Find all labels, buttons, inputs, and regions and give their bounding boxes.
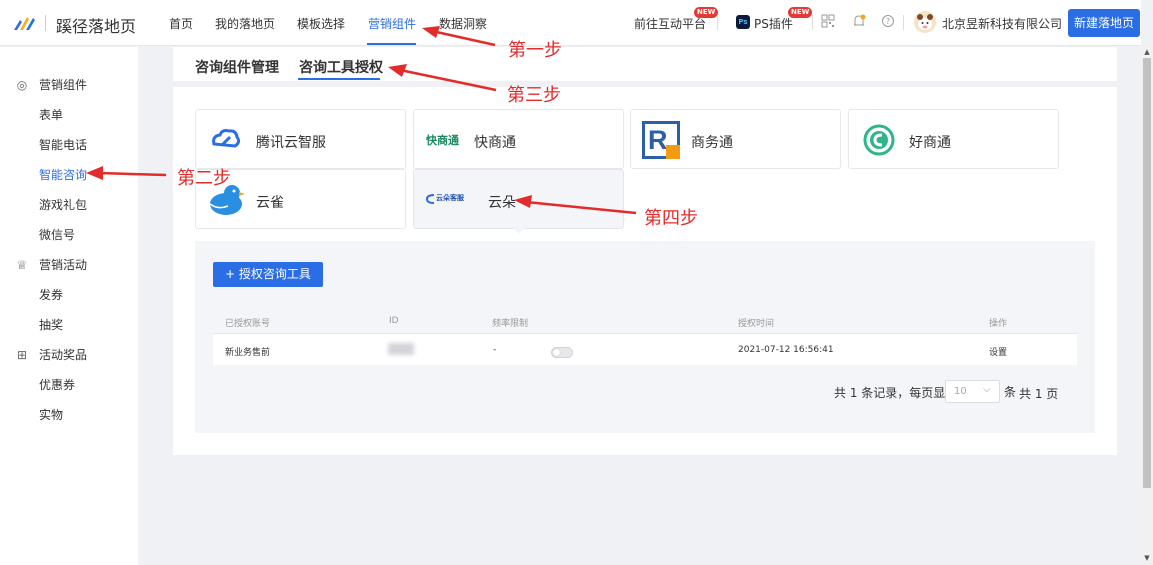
column-header-account: 已授权账号 xyxy=(225,319,271,329)
sidebar-group-label: 活动奖品 xyxy=(39,348,88,362)
avatar[interactable] xyxy=(914,11,936,33)
tool-name: 云雀 xyxy=(256,195,284,211)
annotation-step-3: 第三步 xyxy=(507,85,561,106)
annotation-step-4: 第四步 xyxy=(644,208,698,229)
sidebar-group-marketing-activities[interactable]: ♕ 营销活动 xyxy=(15,256,87,273)
scroll-up-arrow[interactable]: ▲ xyxy=(1142,47,1152,57)
tool-name: 好商通 xyxy=(909,135,951,151)
sidebar-item-lottery[interactable]: 抽奖 xyxy=(39,316,63,333)
sidebar-group-label: 营销组件 xyxy=(39,78,88,92)
nav-home[interactable]: 首页 xyxy=(169,15,193,32)
scrollbar-thumb[interactable] xyxy=(1143,58,1151,488)
chevron-down-icon: ⌵ xyxy=(983,384,991,395)
sidebar-item-form[interactable]: 表单 xyxy=(39,106,63,123)
tab-consult-component-management[interactable]: 咨询组件管理 xyxy=(195,57,279,77)
nav-data-insights[interactable]: 数据洞察 xyxy=(439,15,487,32)
photoshop-icon: Ps xyxy=(736,15,750,29)
bell-icon[interactable] xyxy=(851,14,867,30)
tool-card-yunduo[interactable]: 云朵客服 云朵 xyxy=(413,169,624,229)
top-navigation-bar: 蹊径落地页 首页 我的落地页 模板选择 营销组件 数据洞察 前往互动平台 NEW… xyxy=(0,0,1141,46)
interact-platform-link[interactable]: 前往互动平台 xyxy=(634,15,706,32)
tool-card-kuaishangtong[interactable]: 快商通 快商通 xyxy=(413,109,624,169)
settings-link[interactable]: 设置 xyxy=(989,345,1007,358)
nav-template-select[interactable]: 模板选择 xyxy=(297,15,345,32)
page-size-unit: 条 xyxy=(1004,385,1017,399)
sidebar-item-smart-phone[interactable]: 智能电话 xyxy=(39,136,87,153)
sidebar-item-smart-consult[interactable]: 智能咨询 xyxy=(39,166,87,183)
yunduo-logo: 云朵客服 xyxy=(426,193,464,207)
scroll-down-arrow[interactable]: ▼ xyxy=(1142,553,1152,563)
sidebar-group-activity-prizes[interactable]: ⊞ 活动奖品 xyxy=(15,346,87,363)
sidebar-item-physical[interactable]: 实物 xyxy=(39,406,63,423)
column-header-rate-limit: 频率限制 xyxy=(492,319,529,329)
sidebar-item-wechat[interactable]: 微信号 xyxy=(39,226,75,243)
selected-pointer xyxy=(512,227,526,234)
authorize-tool-button[interactable]: + 授权咨询工具 xyxy=(213,262,323,287)
cell-auth-time: 2021-07-12 16:56:41 xyxy=(738,345,834,355)
cell-account: 新业务售前 xyxy=(225,348,271,358)
tab-active-indicator xyxy=(298,78,380,80)
shangwutong-logo: R xyxy=(642,121,680,159)
sidebar-item-coupon-issue[interactable]: 发券 xyxy=(39,286,63,303)
tab-consult-tool-authorization[interactable]: 咨询工具授权 xyxy=(299,57,383,77)
tool-name: 云朵 xyxy=(488,195,516,211)
divider xyxy=(903,15,904,30)
logo-divider xyxy=(45,15,46,31)
column-header-id: ID xyxy=(389,316,399,326)
nav-my-landing-pages[interactable]: 我的落地页 xyxy=(215,15,275,32)
divider xyxy=(717,15,718,30)
help-icon[interactable]: ? xyxy=(880,14,896,30)
tool-card-tencent[interactable]: 腾讯云智服 xyxy=(195,109,406,169)
table-row xyxy=(213,334,1077,365)
svg-text:?: ? xyxy=(886,17,890,26)
new-badge: NEW xyxy=(694,7,719,18)
brand-title: 蹊径落地页 xyxy=(56,17,137,36)
haoshangtong-logo xyxy=(863,124,895,156)
gift-icon: ⊞ xyxy=(16,348,28,362)
total-records-text: 共 1 条记录，每页显示 xyxy=(834,386,958,400)
column-header-actions: 操作 xyxy=(989,319,1008,329)
page-size-select[interactable]: 10 ⌵ xyxy=(945,380,1000,403)
sidebar xyxy=(0,47,138,565)
target-icon: ◎ xyxy=(16,78,28,92)
tool-name: 快商通 xyxy=(474,135,516,151)
tool-name: 商务通 xyxy=(691,135,733,151)
sidebar-group-marketing-components[interactable]: ◎ 营销组件 xyxy=(15,76,87,93)
tool-card-shangwutong[interactable]: R 商务通 xyxy=(630,109,841,169)
cell-rate-limit: - xyxy=(493,345,497,355)
nav-active-indicator xyxy=(367,43,416,45)
annotation-step-2: 第二步 xyxy=(177,168,231,189)
company-name[interactable]: 北京昱新科技有限公司 xyxy=(942,15,1062,32)
logo-icon[interactable] xyxy=(12,12,38,34)
rate-limit-toggle[interactable] xyxy=(551,347,573,358)
column-header-auth-time: 授权时间 xyxy=(738,319,775,329)
tool-name: 腾讯云智服 xyxy=(256,135,326,151)
sidebar-group-label: 营销活动 xyxy=(39,258,88,272)
kuaishangtong-logo: 快商通 xyxy=(426,134,459,147)
cell-id-redacted xyxy=(388,343,414,355)
tool-card-haoshangtong[interactable]: 好商通 xyxy=(848,109,1059,169)
sidebar-item-game-gift[interactable]: 游戏礼包 xyxy=(39,196,87,213)
divider xyxy=(812,15,813,30)
qrcode-icon[interactable] xyxy=(820,14,836,30)
annotation-step-1: 第一步 xyxy=(508,40,562,61)
ps-plugin-link[interactable]: PS插件 xyxy=(754,15,793,32)
create-landing-page-button[interactable]: 新建落地页 xyxy=(1068,9,1140,37)
page-size-value: 10 xyxy=(954,386,967,397)
nav-marketing-components[interactable]: 营销组件 xyxy=(368,15,416,32)
cup-icon: ♕ xyxy=(16,258,28,272)
tencent-cloud-logo xyxy=(212,129,241,148)
total-pages-text: 共 1 页 xyxy=(1019,387,1059,401)
sidebar-item-coupons[interactable]: 优惠券 xyxy=(39,376,75,393)
new-badge: NEW xyxy=(788,7,813,18)
